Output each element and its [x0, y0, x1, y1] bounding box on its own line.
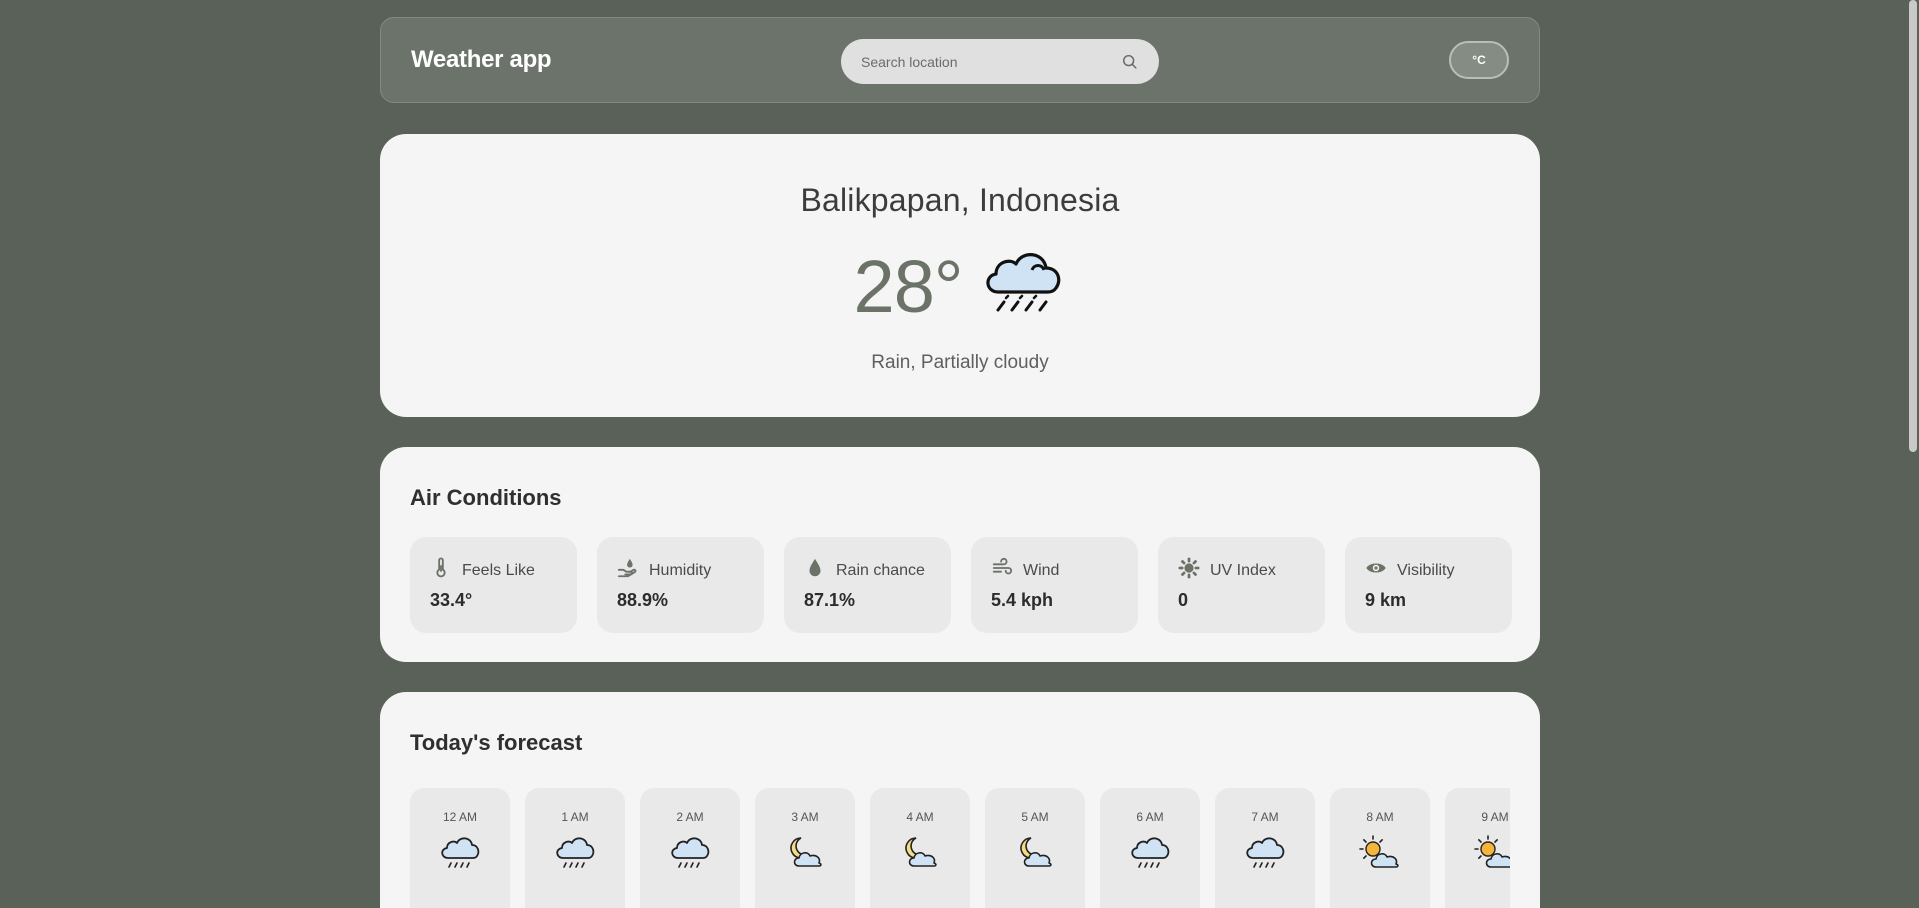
air-label: Humidity: [649, 561, 712, 579]
rain-cloud-icon: [553, 834, 597, 874]
air-tile-uv-index: UV Index 0: [1158, 537, 1325, 633]
air-value: 88.9%: [617, 590, 669, 610]
rain-cloud-icon: [668, 834, 712, 874]
rain-cloud-icon: [1128, 834, 1172, 874]
air-value: 0: [1178, 590, 1189, 610]
moon-cloud-icon: [898, 834, 942, 874]
drop-icon: [804, 557, 826, 584]
air-label: UV Index: [1210, 561, 1276, 579]
page-scrollbar[interactable]: [1909, 0, 1917, 452]
sun-gear-icon: [1178, 557, 1200, 584]
unit-toggle-button[interactable]: °C: [1449, 41, 1509, 79]
current-temperature: 28°: [853, 245, 964, 328]
section-title: Today's forecast: [410, 730, 583, 755]
forecast-time: 4 AM: [906, 810, 934, 824]
search-icon[interactable]: [1121, 53, 1139, 71]
forecast-time: 9 AM: [1481, 810, 1509, 824]
forecast-time: 7 AM: [1251, 810, 1279, 824]
forecast-time: 1 AM: [561, 810, 589, 824]
forecast-hour-tile: 8 AM: [1330, 788, 1430, 908]
air-conditions-card: Air Conditions Feels Like 33.4° Humidity: [380, 447, 1540, 662]
forecast-time: 2 AM: [676, 810, 704, 824]
rain-cloud-icon: [438, 834, 482, 874]
current-weather-card: Balikpapan, Indonesia 28° Rain, Partiall…: [380, 134, 1540, 417]
air-label: Feels Like: [462, 561, 535, 579]
section-title: Air Conditions: [410, 485, 562, 510]
forecast-scroll-area[interactable]: 12 AM 1 AM 2 AM 3 AM 4 AM 5 AM 6 AM 7 AM 8 AM 9 A…: [410, 788, 1510, 908]
forecast-hour-tile: 12 AM: [410, 788, 510, 908]
sun-cloud-icon: [1358, 834, 1402, 874]
forecast-hour-tile: 4 AM: [870, 788, 970, 908]
weather-page: Weather app °C Balikpapan, Indonesia 28°: [0, 0, 1919, 908]
forecast-hour-tile: 7 AM: [1215, 788, 1315, 908]
air-conditions-list: Feels Like 33.4° Humidity 88.9% Rain cha…: [410, 537, 1512, 633]
air-tile-wind: Wind 5.4 kph: [971, 537, 1138, 633]
moon-cloud-icon: [1013, 834, 1057, 874]
thermometer-icon: [430, 557, 452, 584]
air-value: 33.4°: [430, 590, 473, 610]
air-value: 9 km: [1365, 590, 1407, 610]
rain-cloud-icon: [1243, 834, 1287, 874]
search-input[interactable]: [861, 53, 1121, 70]
forecast-hour-tile: 9 AM: [1445, 788, 1510, 908]
forecast-time: 8 AM: [1366, 810, 1394, 824]
search-bar[interactable]: [841, 39, 1159, 84]
wind-icon: [991, 557, 1013, 584]
air-tile-feels-like: Feels Like 33.4°: [410, 537, 577, 633]
hand-drop-icon: [617, 557, 639, 584]
forecast-time: 12 AM: [442, 810, 478, 824]
air-value: 87.1%: [804, 590, 856, 610]
sun-cloud-icon: [1473, 834, 1510, 874]
forecast-hour-tile: 6 AM: [1100, 788, 1200, 908]
location-name: Balikpapan, Indonesia: [800, 182, 1120, 218]
air-label: Visibility: [1397, 561, 1455, 579]
air-tile-visibility: Visibility 9 km: [1345, 537, 1512, 633]
air-tile-rain-chance: Rain chance 87.1%: [784, 537, 951, 633]
app-title: Weather app: [411, 46, 552, 73]
forecast-hour-tile: 3 AM: [755, 788, 855, 908]
air-label: Rain chance: [836, 561, 925, 579]
air-label: Wind: [1023, 561, 1060, 579]
temperature-row: 28°: [380, 244, 1540, 329]
rain-cloud-icon: [980, 246, 1066, 327]
weather-condition: Rain, Partially cloudy: [871, 352, 1049, 373]
forecast-time: 3 AM: [791, 810, 819, 824]
todays-forecast-card: Today's forecast 12 AM 1 AM 2 AM 3 AM 4 AM 5 …: [380, 692, 1540, 908]
app-header: Weather app °C: [380, 17, 1540, 103]
moon-cloud-icon: [783, 834, 827, 874]
eye-icon: [1365, 557, 1387, 584]
forecast-time: 6 AM: [1136, 810, 1164, 824]
forecast-list: 12 AM 1 AM 2 AM 3 AM 4 AM 5 AM 6 AM 7 AM 8 AM 9 A…: [410, 788, 1510, 908]
forecast-hour-tile: 5 AM: [985, 788, 1085, 908]
forecast-hour-tile: 1 AM: [525, 788, 625, 908]
forecast-hour-tile: 2 AM: [640, 788, 740, 908]
air-value: 5.4 kph: [991, 590, 1054, 610]
air-tile-humidity: Humidity 88.9%: [597, 537, 764, 633]
forecast-time: 5 AM: [1021, 810, 1049, 824]
